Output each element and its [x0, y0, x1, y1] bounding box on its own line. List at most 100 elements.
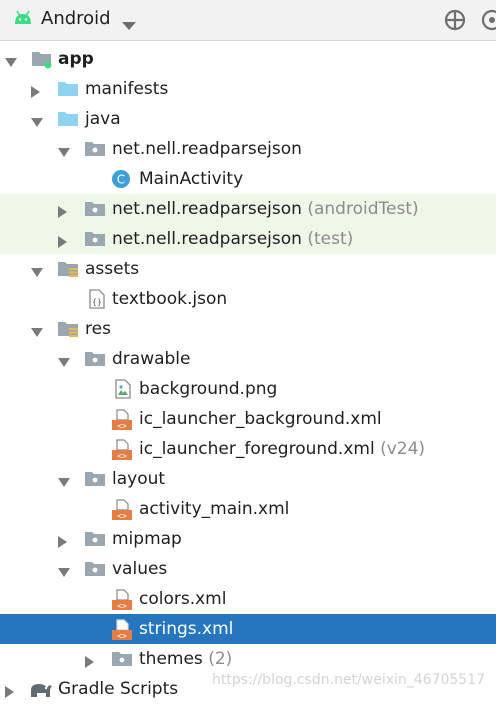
tree-node-label: net.nell.readparsejson — [112, 139, 302, 159]
tree-node-package-test[interactable]: net.nell.readparsejson (test) — [0, 224, 496, 254]
expand-arrow-right-icon[interactable] — [5, 683, 15, 703]
tree-node-label: manifests — [85, 79, 169, 99]
svg-text:<>: <> — [117, 452, 127, 461]
tree-node-label: background.png — [139, 379, 278, 399]
expand-arrow-down-icon[interactable] — [58, 143, 70, 163]
tree-node-strings-xml[interactable]: <> strings.xml — [0, 614, 496, 644]
svg-text:<>: <> — [117, 422, 127, 431]
xml-file-icon: <> — [111, 589, 133, 616]
package-icon — [84, 349, 106, 374]
package-icon — [84, 469, 106, 494]
tree-node-label: drawable — [112, 349, 191, 369]
json-file-icon: {} — [87, 289, 107, 314]
expand-arrow-down-icon[interactable] — [31, 113, 43, 133]
svg-text:{}: {} — [92, 298, 102, 307]
tree-node-label: MainActivity — [139, 169, 244, 189]
source-set-suffix: (test) — [307, 229, 354, 249]
package-icon — [84, 529, 106, 554]
tree-node-label: app — [58, 49, 94, 69]
gradle-icon — [28, 679, 54, 704]
tree-node-activity-main[interactable]: <> activity_main.xml — [0, 494, 496, 524]
xml-file-icon: <> — [111, 409, 133, 436]
tree-node-label: Gradle Scripts — [58, 679, 179, 699]
xml-file-icon: <> — [111, 439, 133, 466]
svg-text:<>: <> — [117, 602, 127, 611]
tree-node-label: strings.xml — [139, 619, 234, 639]
tree-node-label: values — [112, 559, 168, 579]
tree-node-label: java — [85, 109, 121, 129]
tree-node-values[interactable]: values — [0, 554, 496, 584]
tree-node-layout[interactable]: layout — [0, 464, 496, 494]
package-icon — [111, 649, 133, 674]
tree-node-label: textbook.json — [112, 289, 228, 309]
expand-arrow-down-icon[interactable] — [58, 473, 70, 493]
expand-arrow-down-icon[interactable] — [31, 263, 43, 283]
tree-node-label: ic_launcher_foreground.xml (v24) — [139, 438, 425, 460]
folder-icon — [57, 79, 79, 104]
package-icon — [84, 559, 106, 584]
android-icon — [13, 10, 33, 31]
expand-arrow-right-icon[interactable] — [58, 533, 68, 553]
folder-name: themes — [139, 649, 203, 669]
tree-node-label: colors.xml — [139, 589, 227, 609]
expand-arrow-right-icon[interactable] — [85, 653, 95, 673]
tree-node-package-android-test[interactable]: net.nell.readparsejson (androidTest) — [0, 194, 496, 224]
package-icon — [84, 199, 106, 224]
watermark-text: https://blog.csdn.net/weixin_46705517 — [212, 672, 486, 688]
tree-node-label: res — [85, 319, 111, 339]
resource-folder-icon — [57, 259, 79, 284]
tree-node-app[interactable]: app — [0, 44, 496, 74]
tree-node-label: layout — [112, 469, 166, 489]
svg-text:<>: <> — [117, 632, 127, 641]
expand-arrow-right-icon[interactable] — [31, 83, 41, 103]
tree-node-background-png[interactable]: background.png — [0, 374, 496, 404]
tree-node-colors-xml[interactable]: <> colors.xml — [0, 584, 496, 614]
package-icon — [84, 139, 106, 164]
tree-node-label: mipmap — [112, 529, 182, 549]
package-icon — [84, 229, 106, 254]
tree-node-label: assets — [85, 259, 140, 279]
expand-arrow-down-icon[interactable] — [58, 353, 70, 373]
tree-node-mipmap[interactable]: mipmap — [0, 524, 496, 554]
tree-node-ic-launcher-background[interactable]: <> ic_launcher_background.xml — [0, 404, 496, 434]
view-mode-selector[interactable]: Android — [41, 8, 111, 29]
folder-icon — [57, 109, 79, 134]
tree-node-textbook-json[interactable]: {} textbook.json — [0, 284, 496, 314]
file-name: ic_launcher_foreground.xml — [139, 439, 375, 459]
tree-node-java[interactable]: java — [0, 104, 496, 134]
expand-arrow-down-icon[interactable] — [58, 563, 70, 583]
chevron-down-icon[interactable] — [122, 16, 136, 36]
expand-arrow-right-icon[interactable] — [58, 233, 68, 253]
package-name: net.nell.readparsejson — [112, 199, 302, 219]
expand-arrow-down-icon[interactable] — [5, 53, 17, 73]
module-folder-icon — [31, 49, 53, 74]
svg-text:C: C — [117, 173, 125, 187]
svg-text:<>: <> — [117, 512, 127, 521]
expand-arrow-right-icon[interactable] — [58, 203, 68, 223]
xml-file-icon: <> — [111, 619, 133, 646]
expand-arrow-down-icon[interactable] — [31, 323, 43, 343]
tree-node-label: ic_launcher_background.xml — [139, 409, 382, 429]
tree-node-assets[interactable]: assets — [0, 254, 496, 284]
tree-node-themes[interactable]: themes (2) — [0, 644, 496, 674]
locate-file-icon[interactable] — [443, 8, 467, 37]
tree-node-label: net.nell.readparsejson (test) — [112, 228, 353, 250]
tree-node-res[interactable]: res — [0, 314, 496, 344]
project-view-toolbar: Android — [0, 0, 496, 41]
xml-file-icon: <> — [111, 499, 133, 526]
class-icon: C — [111, 169, 131, 194]
package-name: net.nell.readparsejson — [112, 229, 302, 249]
tree-node-package-main[interactable]: net.nell.readparsejson — [0, 134, 496, 164]
source-set-suffix: (androidTest) — [307, 199, 419, 219]
tree-node-label: themes (2) — [139, 648, 232, 670]
tree-node-manifests[interactable]: manifests — [0, 74, 496, 104]
tree-node-label: activity_main.xml — [139, 499, 290, 519]
tree-node-drawable[interactable]: drawable — [0, 344, 496, 374]
tree-node-ic-launcher-foreground[interactable]: <> ic_launcher_foreground.xml (v24) — [0, 434, 496, 464]
settings-icon[interactable] — [480, 8, 496, 37]
tree-node-main-activity[interactable]: C MainActivity — [0, 164, 496, 194]
tree-node-label: net.nell.readparsejson (androidTest) — [112, 198, 419, 220]
item-count-suffix: (2) — [208, 649, 233, 669]
image-file-icon — [113, 379, 133, 404]
resource-folder-icon — [57, 319, 79, 344]
